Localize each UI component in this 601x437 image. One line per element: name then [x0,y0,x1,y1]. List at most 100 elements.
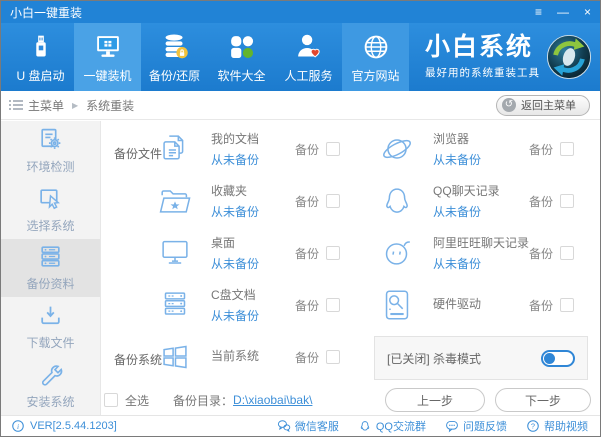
select-system-icon [40,189,61,209]
backup-item-name: 硬件驱动 [433,296,482,311]
nav-label: 官方网站 [351,69,400,83]
backup-checkbox[interactable] [326,142,340,156]
feedback-link[interactable]: 问题反馈 [445,418,507,434]
backup-checkbox[interactable] [326,246,340,260]
globe-icon [364,35,387,59]
back-to-main-menu-button[interactable]: ↺ 返回主菜单 [496,94,590,116]
documents-icon [156,130,194,168]
nav-item-one-key-install[interactable]: 一键装机 [74,23,141,91]
windows-icon [156,338,194,376]
backup-item-browser: 浏览器 从未备份 备份 [374,123,574,175]
backup-item-name: QQ聊天记录 [433,184,500,198]
nav-item-usb-boot[interactable]: U 盘启动 [7,23,74,91]
backup-item-desktop: 桌面 从未备份 备份 [152,227,340,279]
next-step-button[interactable]: 下一步 [495,388,591,412]
brand: 小白系统 最好用的系统重装工具 [409,23,600,91]
backup-checkbox[interactable] [560,298,574,312]
brand-subtitle: 最好用的系统重装工具 [425,66,540,79]
backup-checkbox[interactable] [560,142,574,156]
sidebar-item-label: 下载文件 [26,336,75,351]
qq-icon [360,421,370,431]
apps-icon [230,36,253,59]
sidebar-item-select-system[interactable]: 选择系统 [1,180,100,239]
select-all-label: 全选 [125,393,150,408]
nav-item-backup-restore[interactable]: 备份/还原 [141,23,208,91]
backup-status-link[interactable]: 从未备份 [433,151,481,168]
backup-item-name: 我的文档 [211,132,260,146]
backup-data-icon [41,246,60,268]
backup-status-link[interactable]: 从未备份 [211,307,259,324]
backup-label: 备份 [294,194,319,209]
qq-group-link[interactable]: QQ交流群 [358,418,426,434]
backup-status-link[interactable]: 从未备份 [211,151,259,168]
backup-item-name: 桌面 [211,236,236,250]
backup-items-right-column: 浏览器 从未备份 备份 QQ聊天记录 从未备份 备份 阿里旺旺聊天记录 从未备份… [374,123,574,331]
close-icon[interactable]: × [584,6,591,18]
feedback-icon [446,420,458,433]
nav-label: 人工服务 [284,69,333,83]
backup-label: 备份 [294,246,319,261]
monitor-icon [96,36,119,57]
nav-item-official-site[interactable]: 官方网站 [342,23,409,91]
usb-icon [35,35,46,57]
backup-status-link[interactable]: 从未备份 [433,203,500,220]
backup-item-qq-chat: QQ聊天记录 从未备份 备份 [374,175,574,227]
sidebar-item-backup-data[interactable]: 备份资料 [1,238,100,298]
backup-item-my-documents: 我的文档 从未备份 备份 [152,123,340,175]
minimize-icon[interactable]: — [557,6,569,18]
nav-label: 一键装机 [83,69,132,83]
backup-checkbox[interactable] [326,194,340,208]
wechat-support-link[interactable]: 微信客服 [277,418,339,434]
footer: i VER[2.5.44.1203] 微信客服 QQ交流群 问题反馈 ? 帮助视… [1,415,600,436]
backup-checkbox[interactable] [326,298,340,312]
backup-item-name: 阿里旺旺聊天记录 [433,236,530,250]
backup-label: 备份 [528,194,553,209]
backup-status-link[interactable]: 从未备份 [211,255,259,272]
backup-label: 备份 [294,350,319,365]
backup-label: 备份 [294,298,319,313]
sidebar-item-download-files[interactable]: 下载文件 [1,297,100,356]
backup-label: 备份 [528,298,553,313]
menu-icon[interactable]: ≡ [535,6,542,18]
sidebar-item-env-check[interactable]: 环境检测 [1,121,100,180]
backup-label: 备份 [528,142,553,157]
info-icon: i [12,420,24,432]
backup-item-current-system: 当前系统 备份 [152,331,340,383]
window-controls: ≡ — × [535,6,591,18]
brand-title: 小白系统 [425,33,534,62]
nav-item-software-collection[interactable]: 软件大全 [208,23,275,91]
backup-label: 备份 [529,246,554,261]
antivirus-toggle[interactable] [541,349,575,367]
window-title: 小白一键重装 [10,5,83,20]
backup-checkbox[interactable] [560,246,574,260]
breadcrumb-root[interactable]: 主菜单 [28,97,64,114]
sidebar-item-install-system[interactable]: 安装系统 [1,356,100,415]
nav-label: U 盘启动 [16,69,65,83]
desktop-icon [156,234,194,272]
version-label: VER[2.5.44.1203] [30,420,117,432]
select-all-checkbox[interactable] [104,393,118,407]
breadcrumb: 主菜单 ▶ 系统重装 ↺ 返回主菜单 [1,91,600,120]
nav-item-human-service[interactable]: 人工服务 [275,23,342,91]
backup-checkbox[interactable] [326,350,340,364]
prev-step-button[interactable]: 上一步 [385,388,485,412]
bottom-controls: 全选 备份目录： D:\xiaobai\bak\ 上一步 下一步 [102,385,600,415]
sidebar-item-label: 安装系统 [26,395,75,410]
backup-dir-link[interactable]: D:\xiaobai\bak\ [233,393,312,407]
main-panel: 备份文件 备份系统 我的文档 从未备份 备份 收藏夹 从未备份 备份 桌面 从未… [102,121,600,415]
env-check-icon [41,128,61,149]
svg-text:i: i [17,422,19,431]
help-video-link[interactable]: ? 帮助视频 [526,418,588,434]
backup-item-favorites: 收藏夹 从未备份 备份 [152,175,340,227]
backup-status-link[interactable]: 从未备份 [211,203,259,220]
wechat-icon [277,420,291,433]
backup-checkbox[interactable] [560,194,574,208]
cdrive-icon [156,286,194,324]
backup-items-left-column: 我的文档 从未备份 备份 收藏夹 从未备份 备份 桌面 从未备份 备份 C盘文档… [152,123,340,383]
backup-item-name: C盘文档 [211,288,256,302]
sidebar-item-label: 备份资料 [26,277,75,292]
qq-icon [378,182,416,220]
titlebar: 小白一键重装 ≡ — × [1,1,600,23]
backup-status-link[interactable]: 从未备份 [433,255,529,272]
browser-icon [378,130,416,168]
